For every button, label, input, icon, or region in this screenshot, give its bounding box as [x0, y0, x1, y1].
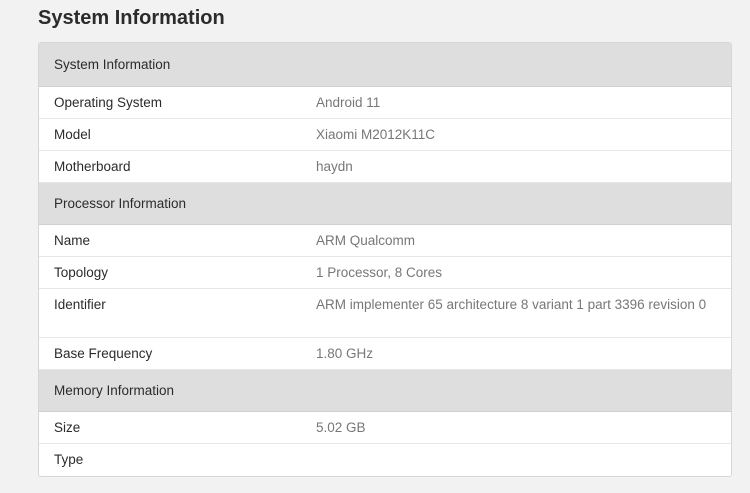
- row-key: Size: [54, 420, 81, 435]
- row-key: Base Frequency: [54, 346, 153, 361]
- row-value: [316, 444, 731, 452]
- row-key: Name: [54, 233, 91, 248]
- row-value: haydn: [316, 159, 353, 174]
- section-header-processor: Processor Information: [39, 183, 731, 225]
- row-key: Identifier: [54, 297, 106, 312]
- row-value: Xiaomi M2012K11C: [316, 127, 436, 142]
- page-title: System Information: [38, 7, 225, 29]
- system-info-table: System Information Operating System Andr…: [38, 42, 732, 477]
- row-value: 1.80 GHz: [316, 346, 374, 361]
- page: System Information System Information Op…: [0, 0, 750, 493]
- section-header-memory: Memory Information: [39, 370, 731, 412]
- row-value: 1 Processor, 8 Cores: [316, 265, 443, 280]
- table-row: Topology 1 Processor, 8 Cores: [39, 257, 731, 289]
- table-row: Identifier ARM implementer 65 architectu…: [39, 289, 731, 338]
- section-header-system: System Information: [39, 43, 731, 87]
- table-row: Base Frequency 1.80 GHz: [39, 338, 731, 370]
- table-row: Operating System Android 11: [39, 87, 731, 119]
- table-row: Type: [39, 444, 731, 476]
- row-value: ARM Qualcomm: [316, 233, 416, 248]
- table-row: Name ARM Qualcomm: [39, 225, 731, 257]
- row-key: Operating System: [54, 95, 163, 110]
- row-key: Type: [54, 452, 84, 467]
- table-row: Model Xiaomi M2012K11C: [39, 119, 731, 151]
- row-key: Motherboard: [54, 159, 131, 174]
- row-key: Topology: [54, 265, 109, 280]
- row-value: 5.02 GB: [316, 420, 366, 435]
- table-row: Size 5.02 GB: [39, 412, 731, 444]
- table-row: Motherboard haydn: [39, 151, 731, 183]
- row-value: ARM implementer 65 architecture 8 varian…: [316, 297, 707, 312]
- row-value: Android 11: [316, 95, 381, 110]
- row-key: Model: [54, 127, 91, 142]
